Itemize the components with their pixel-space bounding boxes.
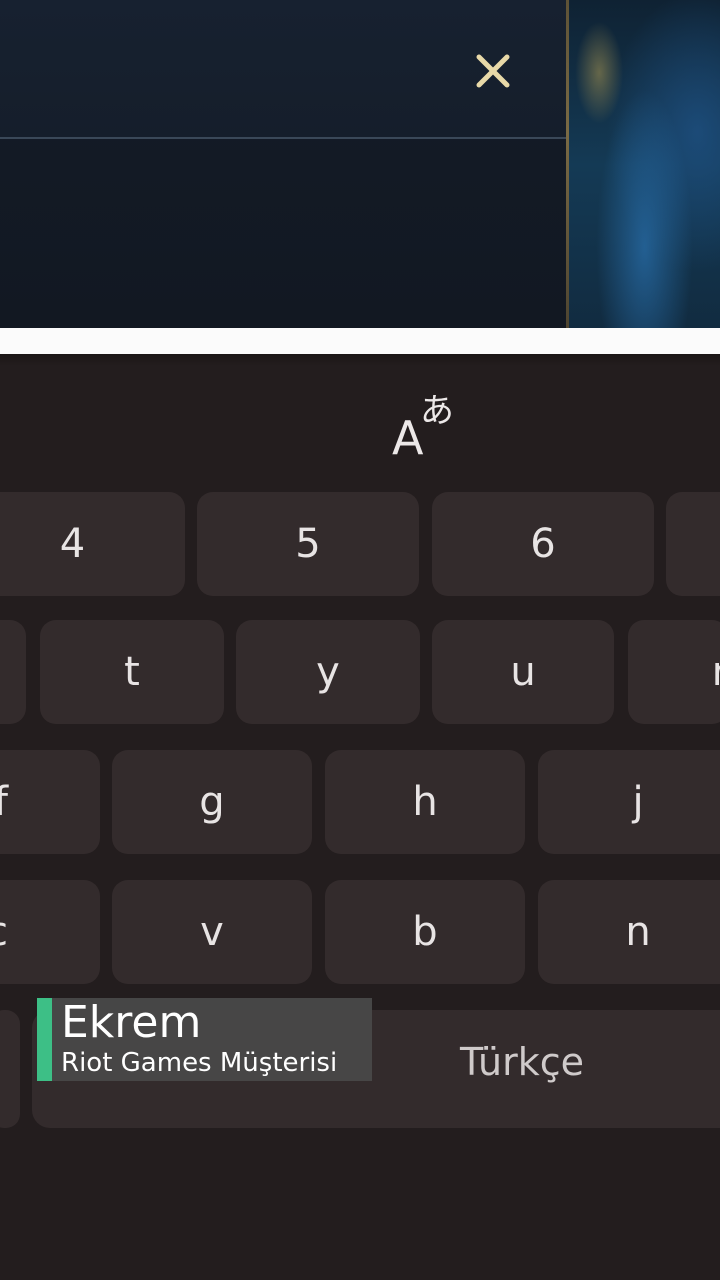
speaker-name: Ekrem [61,997,202,1048]
symbol-key-partial[interactable] [0,1010,20,1128]
caption-accent-bar [37,998,52,1081]
key-i-partial[interactable]: r [628,620,720,724]
key-5[interactable]: 5 [197,492,419,596]
key-6[interactable]: 6 [432,492,654,596]
game-dialog [0,0,568,330]
translate-icon[interactable]: A あ [390,388,464,460]
input-strip[interactable] [0,328,720,356]
key-b[interactable]: b [325,880,525,984]
space-key-label: Türkçe [460,1040,584,1084]
key-r-partial[interactable] [0,620,26,724]
dialog-divider [0,137,568,139]
svg-text:あ: あ [420,391,454,431]
key-7-partial[interactable] [666,492,720,596]
close-icon[interactable] [470,48,516,94]
speaker-role: Riot Games Müşterisi [61,1048,338,1078]
screen: A あ 4 5 6 t y u r f g h j c v b n Türkçe… [0,0,720,1280]
key-v[interactable]: v [112,880,312,984]
key-c[interactable]: c [0,880,100,984]
key-f[interactable]: f [0,750,100,854]
background-art [569,0,720,330]
key-n[interactable]: n [538,880,720,984]
key-t[interactable]: t [40,620,224,724]
key-u[interactable]: u [432,620,614,724]
keyboard-edge [0,354,720,366]
speaker-caption: Ekrem Riot Games Müşterisi [37,998,372,1081]
key-y[interactable]: y [236,620,420,724]
key-j[interactable]: j [538,750,720,854]
key-4[interactable]: 4 [0,492,185,596]
key-h[interactable]: h [325,750,525,854]
key-g[interactable]: g [112,750,312,854]
